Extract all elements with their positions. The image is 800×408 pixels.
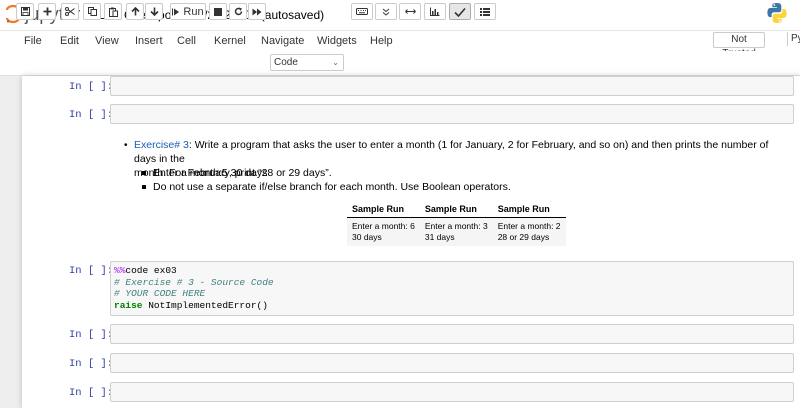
code-cell-input[interactable] xyxy=(110,324,794,344)
move-up-button[interactable] xyxy=(126,3,144,20)
cut-icon xyxy=(65,7,75,16)
table-row: Enter a month: 6 30 days Enter a month: 3… xyxy=(347,217,566,246)
code-cell-input[interactable] xyxy=(110,353,794,373)
menu-cell[interactable]: Cell xyxy=(177,35,196,47)
menu-view[interactable]: View xyxy=(95,35,119,47)
paste-button[interactable] xyxy=(104,3,122,20)
magic-prefix: %% xyxy=(114,265,126,276)
table-header: Sample Run xyxy=(347,202,420,218)
arrow-up-icon xyxy=(130,7,140,16)
cell-prompt: In [ ]: xyxy=(69,329,114,341)
menu-file[interactable]: File xyxy=(24,35,42,47)
square-bullet xyxy=(142,171,146,175)
trust-button[interactable]: Not Trusted xyxy=(713,32,765,59)
check-icon xyxy=(454,7,466,17)
sub-bullet-2: Do not use a separate if/else branch for… xyxy=(142,181,511,193)
command-palette-button[interactable] xyxy=(351,3,373,20)
table-header: Sample Run xyxy=(419,202,493,218)
sub-bullet-1: Enter a month:5 30 days xyxy=(142,167,267,179)
keyboard-icon xyxy=(356,8,368,15)
cell-type-value: Code xyxy=(274,57,298,68)
paste-icon xyxy=(108,7,118,17)
sample-run-table: Sample Run Sample Run Sample Run Enter a… xyxy=(347,202,566,246)
exercise-text-1: : Write a program that asks the user to … xyxy=(134,139,769,165)
interrupt-button[interactable] xyxy=(209,3,227,20)
toolbar xyxy=(0,51,800,76)
stop-icon xyxy=(214,7,222,16)
run-icon xyxy=(172,8,180,15)
python-logo-icon xyxy=(767,3,787,23)
table-cell: Enter a month: 2 28 or 29 days xyxy=(492,217,566,246)
menu-kernel[interactable]: Kernel xyxy=(214,35,246,47)
cell-prompt: In [ ]: xyxy=(69,265,114,277)
chart-icon xyxy=(430,7,440,16)
code-cell-input[interactable] xyxy=(110,76,794,96)
table-cell: Enter a month: 3 31 days xyxy=(419,217,493,246)
restart-run-all-button[interactable] xyxy=(248,3,266,20)
table-cell-line: 30 days xyxy=(352,232,382,242)
arrow-down-icon xyxy=(149,7,159,16)
raise-expression: NotImplementedError() xyxy=(142,299,268,311)
table-cell: Enter a month: 6 30 days xyxy=(347,217,420,246)
code-cell-input[interactable] xyxy=(110,382,794,402)
menu-insert[interactable]: Insert xyxy=(135,35,163,47)
insert-cell-button[interactable] xyxy=(38,3,56,20)
chevron-down-icon: ⌄ xyxy=(332,58,339,67)
save-icon xyxy=(20,7,30,16)
table-cell-line: 31 days xyxy=(424,232,455,242)
bullet-dot: • xyxy=(124,140,128,151)
menu-help[interactable]: Help xyxy=(370,35,393,47)
table-cell-line: Enter a month: 3 xyxy=(424,221,488,231)
menubar: File Edit View Insert Cell Kernel Naviga… xyxy=(0,30,800,51)
table-cell-line: Enter a month: 2 xyxy=(497,221,561,231)
cell-type-select[interactable]: Code ⌄ xyxy=(270,54,344,71)
menu-edit[interactable]: Edit xyxy=(60,35,79,47)
restart-icon xyxy=(234,7,242,16)
code-comment-2: # YOUR CODE HERE xyxy=(114,288,206,299)
cell-prompt: In [ ]: xyxy=(69,387,114,399)
collapse-icon xyxy=(382,8,390,16)
magic-command: code ex03 xyxy=(125,265,177,276)
cell-prompt: In [ ]: xyxy=(69,358,114,370)
run-button[interactable]: Run xyxy=(170,3,206,20)
expand-button[interactable] xyxy=(399,3,421,20)
code-line-1: %%code ex03 xyxy=(114,265,177,277)
list-button[interactable] xyxy=(474,3,496,20)
check-button[interactable] xyxy=(449,3,471,20)
sub-bullet-2-text: Do not use a separate if/else branch for… xyxy=(153,181,511,193)
raise-keyword: raise xyxy=(114,299,143,311)
code-comment-1: # Exercise # 3 - Source Code xyxy=(114,276,274,288)
move-down-button[interactable] xyxy=(145,3,163,20)
plus-icon xyxy=(43,7,51,16)
table-cell-line: Enter a month: 6 xyxy=(352,221,415,231)
kernel-indicator[interactable]: Py xyxy=(787,32,800,46)
code-line-4: raise NotImplementedError() xyxy=(114,300,268,312)
restart-button[interactable] xyxy=(229,3,247,20)
fast-forward-icon xyxy=(252,8,262,15)
save-button[interactable] xyxy=(16,3,34,20)
collapse-button[interactable] xyxy=(375,3,397,20)
sub-bullet-1-text: Enter a month:5 30 days xyxy=(153,167,268,179)
menu-widgets[interactable]: Widgets xyxy=(317,35,357,47)
table-header-row: Sample Run Sample Run Sample Run xyxy=(347,202,566,218)
cut-button[interactable] xyxy=(61,3,79,20)
copy-button[interactable] xyxy=(83,3,101,20)
expand-icon xyxy=(404,9,416,14)
list-icon xyxy=(480,7,490,16)
copy-icon xyxy=(87,7,97,16)
table-cell-line: 28 or 29 days xyxy=(497,232,550,242)
table-header: Sample Run xyxy=(492,202,566,218)
cell-prompt: In [ ]: xyxy=(69,81,114,93)
code-cell-input[interactable] xyxy=(110,104,794,124)
exercise-link[interactable]: Exercise# 3 xyxy=(134,139,189,151)
square-bullet xyxy=(142,185,146,189)
run-label: Run xyxy=(183,5,204,18)
menu-navigate[interactable]: Navigate xyxy=(261,35,304,47)
cell-prompt: In [ ]: xyxy=(69,109,114,121)
chart-button[interactable] xyxy=(424,3,446,20)
